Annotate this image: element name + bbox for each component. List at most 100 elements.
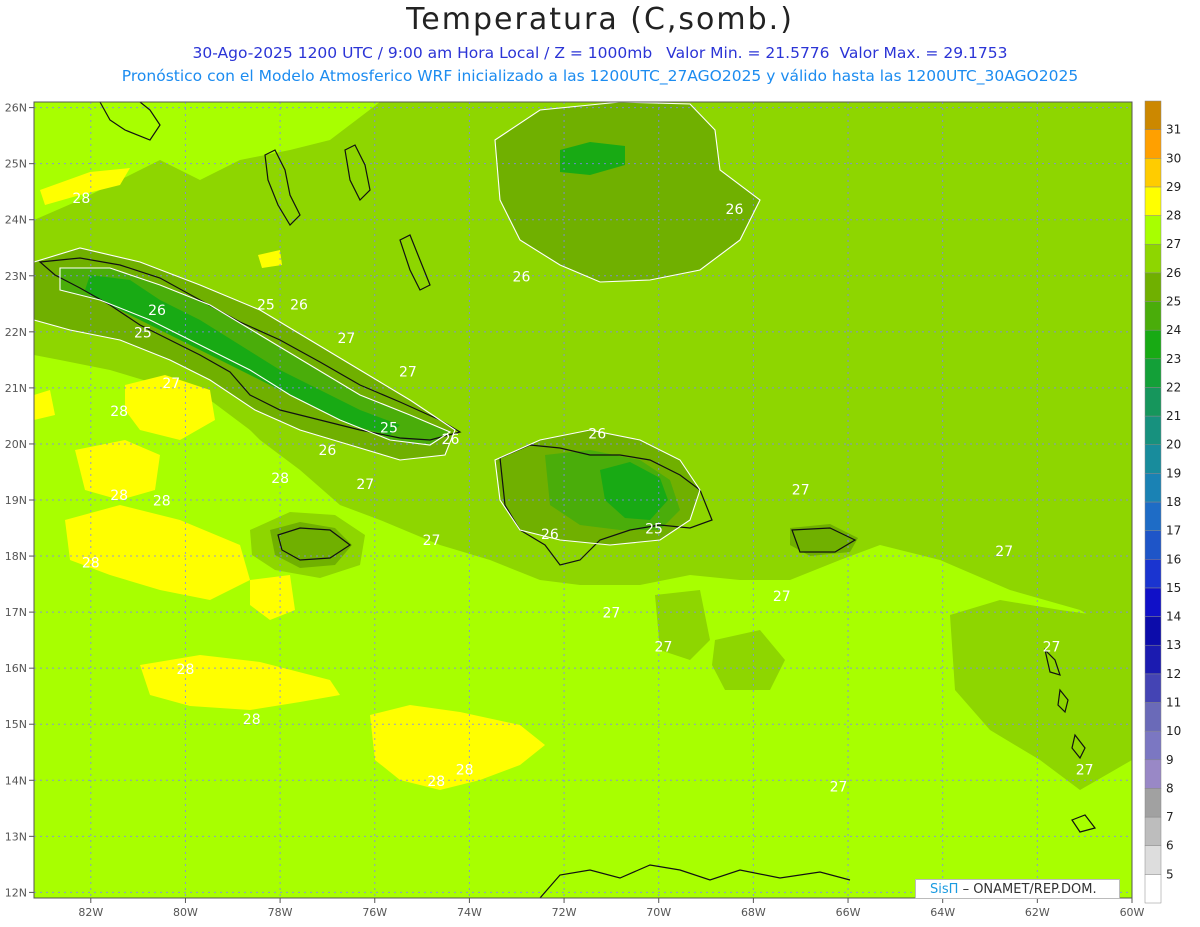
colorbar-swatch [1144,158,1162,188]
min-value: Valor Min. = 21.5776 [666,44,830,62]
contour-label: 26 [726,202,744,218]
lon-tick-label: 68W [741,906,766,919]
max-value: Valor Max. = 29.1753 [839,44,1008,62]
colorbar-swatch [1144,816,1162,846]
chart-title: Temperatura (C,somb.) [406,2,794,37]
colorbar-label: 30 [1166,151,1181,165]
brand-logo-text: SisΠ [930,882,959,897]
colorbar-label: 9 [1166,753,1174,767]
lat-tick-label: 12N [5,886,27,899]
colorbar-swatch [1144,730,1162,761]
lat-tick-label: 20N [5,438,27,451]
lon-tick-label: 60W [1120,906,1145,919]
colorbar-swatch [1144,129,1162,159]
colorbar-swatch [1144,874,1162,904]
lon-tick-label: 64W [930,906,955,919]
colorbar-swatch [1144,616,1162,646]
contour-label: 28 [177,662,195,678]
date-line: 30-Ago-2025 1200 UTC / 9:00 am Hora Loca… [0,44,1200,62]
lat-tick-label: 23N [5,270,27,283]
contour-label: 26 [290,297,308,313]
colorbar-swatch [1144,387,1162,417]
colorbar-swatch [1144,358,1162,388]
colorbar-label: 22 [1166,380,1181,394]
colorbar-swatch [1144,215,1162,245]
temperature-field [34,102,1132,898]
lat-tick-label: 24N [5,214,27,227]
contour-label: 26 [442,432,460,448]
colorbar-label: 21 [1166,409,1181,423]
lon-tick-label: 78W [268,906,293,919]
contour-label: 27 [423,533,441,549]
contour-label: 26 [513,269,531,285]
colorbar-label: 8 [1166,781,1174,795]
longitude-axis: 82W 80W 78W 76W 74W 72W 70W 68W 66W 64W 62W 60W [78,898,1145,919]
contour-label: 27 [162,376,180,392]
colorbar-swatch [1144,301,1162,331]
contour-label: 25 [134,325,152,341]
colorbar-swatch [1144,673,1162,703]
contour-label: 25 [257,297,275,313]
colorbar-swatch [1144,100,1162,130]
contour-label: 27 [602,606,620,622]
lat-tick-label: 21N [5,382,27,395]
lat-tick-label: 16N [5,662,27,675]
contour-label: 27 [655,639,673,655]
contour-label: 28 [82,555,100,571]
colorbar-swatch [1144,644,1162,675]
lat-tick-label: 25N [5,158,27,171]
colorbar: 5 6 7 8 9 10 11 12 13 14 15 16 17 18 19 20 21 22 23 24 25 26 2… [1144,100,1181,904]
colorbar-label: 18 [1166,495,1181,509]
colorbar-label: 31 [1166,123,1181,137]
colorbar-label: 17 [1166,524,1181,538]
colorbar-swatch [1144,788,1162,818]
contour-label: 28 [110,404,128,420]
contour-label: 27 [830,779,848,795]
contour-label: 28 [153,494,171,510]
colorbar-label: 27 [1166,237,1181,251]
lon-tick-label: 70W [646,906,671,919]
colorbar-swatch [1144,845,1162,875]
colorbar-label: 29 [1166,180,1181,194]
forecast-map: 28 26 25 26 25 27 27 27 28 25 26 26 28 27 26 28 28 27 26 25… [5,100,1181,919]
colorbar-swatch [1144,530,1162,560]
contour-label: 28 [72,191,90,207]
contour-label: 28 [271,471,289,487]
contour-label: 27 [356,477,374,493]
colorbar-label: 23 [1166,352,1181,366]
contour-label: 27 [399,365,417,381]
lon-tick-label: 80W [173,906,198,919]
date-text: 30-Ago-2025 1200 UTC / 9:00 am Hora Loca… [192,44,653,62]
colorbar-label: 12 [1166,667,1181,681]
contour-label: 26 [541,527,559,543]
lon-tick-label: 66W [836,906,861,919]
contour-label: 27 [1043,639,1061,655]
colorbar-label: 20 [1166,438,1181,452]
colorbar-label: 10 [1166,724,1181,738]
colorbar-swatch [1144,759,1162,789]
contour-label: 28 [456,763,474,779]
contour-label: 26 [588,426,606,442]
colorbar-label: 15 [1166,581,1181,595]
colorbar-label: 25 [1166,295,1181,309]
colorbar-swatch [1144,587,1162,617]
contour-label: 27 [337,331,355,347]
colorbar-label: 26 [1166,266,1181,280]
contour-label: 28 [110,488,128,504]
colorbar-label: 5 [1166,867,1174,881]
colorbar-label: 28 [1166,209,1181,223]
contour-label: 27 [1076,763,1094,779]
lat-tick-label: 18N [5,550,27,563]
colorbar-label: 14 [1166,610,1181,624]
colorbar-swatch [1144,329,1162,360]
colorbar-label: 19 [1166,466,1181,480]
contour-label: 25 [380,421,398,437]
credit-box: SisΠ – ONAMET/REP.DOM. [915,879,1120,899]
lat-tick-label: 19N [5,494,27,507]
latitude-axis: 26N 25N 24N 23N 22N 21N 20N 19N 18N 17N 16N 15N 14N 1… [5,102,34,899]
forecast-line: Pronóstico con el Modelo Atmosferico WRF… [121,67,1079,85]
lat-tick-label: 14N [5,774,27,787]
colorbar-label: 24 [1166,323,1181,337]
lat-tick-label: 15N [5,718,27,731]
contour-label: 25 [645,522,663,538]
